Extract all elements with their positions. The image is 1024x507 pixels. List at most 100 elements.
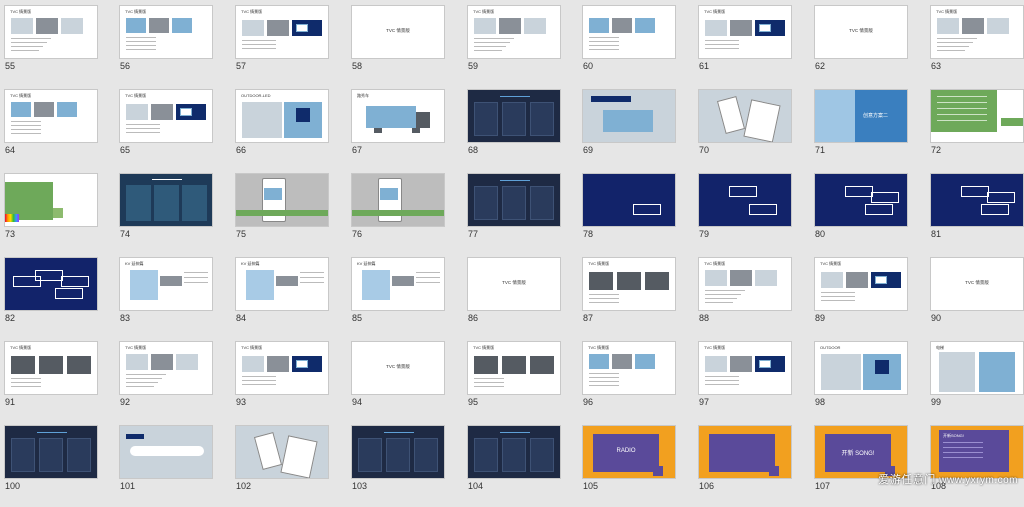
slide-74[interactable]: 74 [117, 171, 233, 255]
slide-90[interactable]: TVC 情景版 90 [928, 255, 1024, 339]
slide-thumbnail[interactable]: 创意方案二 [814, 89, 908, 143]
slide-66[interactable]: OUTDOOR-LED 66 [233, 87, 349, 171]
slide-65[interactable]: TVC 情景版 65 [117, 87, 233, 171]
slide-91[interactable]: TVC 情景版 91 [2, 339, 118, 423]
slide-thumbnail[interactable]: KV 延伸篇 [119, 257, 213, 311]
slide-thumbnail[interactable] [582, 89, 676, 143]
slide-60[interactable]: 60 [580, 3, 696, 87]
slide-thumbnail[interactable]: TVC 情景版 [698, 5, 792, 59]
slide-103[interactable]: 103 [349, 423, 465, 507]
slide-86[interactable]: TVC 情景版 86 [465, 255, 581, 339]
slide-78[interactable]: 78 [580, 171, 696, 255]
slide-70[interactable]: 70 [696, 87, 812, 171]
slide-thumbnail[interactable]: TVC 情景版 [698, 341, 792, 395]
slide-56[interactable]: TVC 情景版 56 [117, 3, 233, 87]
slide-88[interactable]: TVC 情景版 88 [696, 255, 812, 339]
slide-102[interactable]: 102 [233, 423, 349, 507]
slide-thumbnail[interactable]: TVC 情景版 [467, 341, 561, 395]
slide-58[interactable]: TVC 情景版 58 [349, 3, 465, 87]
slide-thumbnail[interactable] [698, 173, 792, 227]
slide-thumbnail[interactable] [467, 425, 561, 479]
slide-thumbnail[interactable]: OUTDOOR-LED [235, 89, 329, 143]
slide-94[interactable]: TVC 情景版 94 [349, 339, 465, 423]
slide-72[interactable]: 72 [928, 87, 1024, 171]
slide-thumbnail[interactable] [582, 173, 676, 227]
slide-thumbnail[interactable] [4, 257, 98, 311]
slide-thumbnail[interactable]: TVC 情景版 [4, 5, 98, 59]
slide-thumbnail[interactable] [235, 425, 329, 479]
slide-63[interactable]: TVC 情景版 63 [928, 3, 1024, 87]
slide-55[interactable]: TVC 情景版 55 [2, 3, 118, 87]
slide-106[interactable]: 106 [696, 423, 812, 507]
slide-thumbnail[interactable]: TVC 情景版 [930, 257, 1024, 311]
slide-thumbnail[interactable]: OUTDOOR [814, 341, 908, 395]
slide-92[interactable]: TVC 情景版 92 [117, 339, 233, 423]
slide-thumbnail[interactable]: KV 延伸篇 [235, 257, 329, 311]
slide-thumbnail[interactable] [467, 173, 561, 227]
slide-thumbnail[interactable] [4, 173, 98, 227]
slide-thumbnail[interactable]: TVC 情景版 [119, 341, 213, 395]
slide-thumbnail[interactable]: TVC 情景版 [235, 341, 329, 395]
slide-93[interactable]: TVC 情景版 93 [233, 339, 349, 423]
slide-100[interactable]: 100 [2, 423, 118, 507]
slide-59[interactable]: TVC 情景版 59 [465, 3, 581, 87]
slide-61[interactable]: TVC 情景版 61 [696, 3, 812, 87]
slide-thumbnail[interactable] [930, 173, 1024, 227]
slide-thumbnail[interactable] [351, 425, 445, 479]
slide-98[interactable]: OUTDOOR 98 [812, 339, 928, 423]
slide-thumbnail[interactable] [698, 425, 792, 479]
slide-85[interactable]: KV 延伸篇 85 [349, 255, 465, 339]
slide-105[interactable]: RADIO 105 [580, 423, 696, 507]
slide-thumbnail[interactable] [119, 173, 213, 227]
slide-thumbnail[interactable]: KV 延伸篇 [351, 257, 445, 311]
slide-73[interactable]: 73 [2, 171, 118, 255]
slide-84[interactable]: KV 延伸篇 84 [233, 255, 349, 339]
slide-76[interactable]: 76 [349, 171, 465, 255]
slide-87[interactable]: TVC 情景版 87 [580, 255, 696, 339]
slide-thumbnail[interactable]: 电梯 [930, 341, 1024, 395]
slide-thumbnail[interactable] [582, 5, 676, 59]
slide-thumbnail[interactable] [814, 173, 908, 227]
slide-57[interactable]: TVC 情景版 57 [233, 3, 349, 87]
slide-80[interactable]: 80 [812, 171, 928, 255]
slide-thumbnail[interactable]: RADIO [582, 425, 676, 479]
slide-108[interactable]: 开新SONG! 108 [928, 423, 1024, 507]
slide-thumbnail[interactable]: TVC 情景版 [119, 89, 213, 143]
slide-thumbnail[interactable]: TVC 情景版 [582, 341, 676, 395]
slide-83[interactable]: KV 延伸篇 83 [117, 255, 233, 339]
slide-thumbnail[interactable] [351, 173, 445, 227]
slide-101[interactable]: 101 [117, 423, 233, 507]
slide-67[interactable]: 路秀车 67 [349, 87, 465, 171]
slide-96[interactable]: TVC 情景版 96 [580, 339, 696, 423]
slide-68[interactable]: 68 [465, 87, 581, 171]
slide-thumbnail[interactable]: TVC 情景版 [930, 5, 1024, 59]
slide-thumbnail[interactable]: TVC 情景版 [351, 341, 445, 395]
slide-thumbnail[interactable] [235, 173, 329, 227]
slide-thumbnail[interactable]: 路秀车 [351, 89, 445, 143]
slide-thumbnail[interactable]: TVC 情景版 [467, 257, 561, 311]
slide-89[interactable]: TVC 情景版 89 [812, 255, 928, 339]
slide-104[interactable]: 104 [465, 423, 581, 507]
slide-thumbnail[interactable]: TVC 情景版 [351, 5, 445, 59]
slide-thumbnail[interactable] [4, 425, 98, 479]
slide-thumbnail[interactable]: TVC 情景版 [814, 5, 908, 59]
slide-thumbnail[interactable] [119, 425, 213, 479]
slide-107[interactable]: 开新 SONG! 107 [812, 423, 928, 507]
slide-thumbnail[interactable]: TVC 情景版 [4, 341, 98, 395]
slide-71[interactable]: 创意方案二 71 [812, 87, 928, 171]
slide-thumbnail[interactable]: TVC 情景版 [467, 5, 561, 59]
slide-thumbnail[interactable]: TVC 情景版 [4, 89, 98, 143]
slide-81[interactable]: 81 [928, 171, 1024, 255]
slide-95[interactable]: TVC 情景版 95 [465, 339, 581, 423]
slide-64[interactable]: TVC 情景版 64 [2, 87, 118, 171]
slide-77[interactable]: 77 [465, 171, 581, 255]
slide-thumbnail[interactable]: TVC 情景版 [235, 5, 329, 59]
slide-99[interactable]: 电梯 99 [928, 339, 1024, 423]
slide-97[interactable]: TVC 情景版 97 [696, 339, 812, 423]
slide-thumbnail[interactable]: TVC 情景版 [698, 257, 792, 311]
slide-thumbnail[interactable] [467, 89, 561, 143]
slide-79[interactable]: 79 [696, 171, 812, 255]
slide-82[interactable]: 82 [2, 255, 118, 339]
slide-thumbnail[interactable]: TVC 情景版 [119, 5, 213, 59]
slide-thumbnail[interactable]: TVC 情景版 [814, 257, 908, 311]
